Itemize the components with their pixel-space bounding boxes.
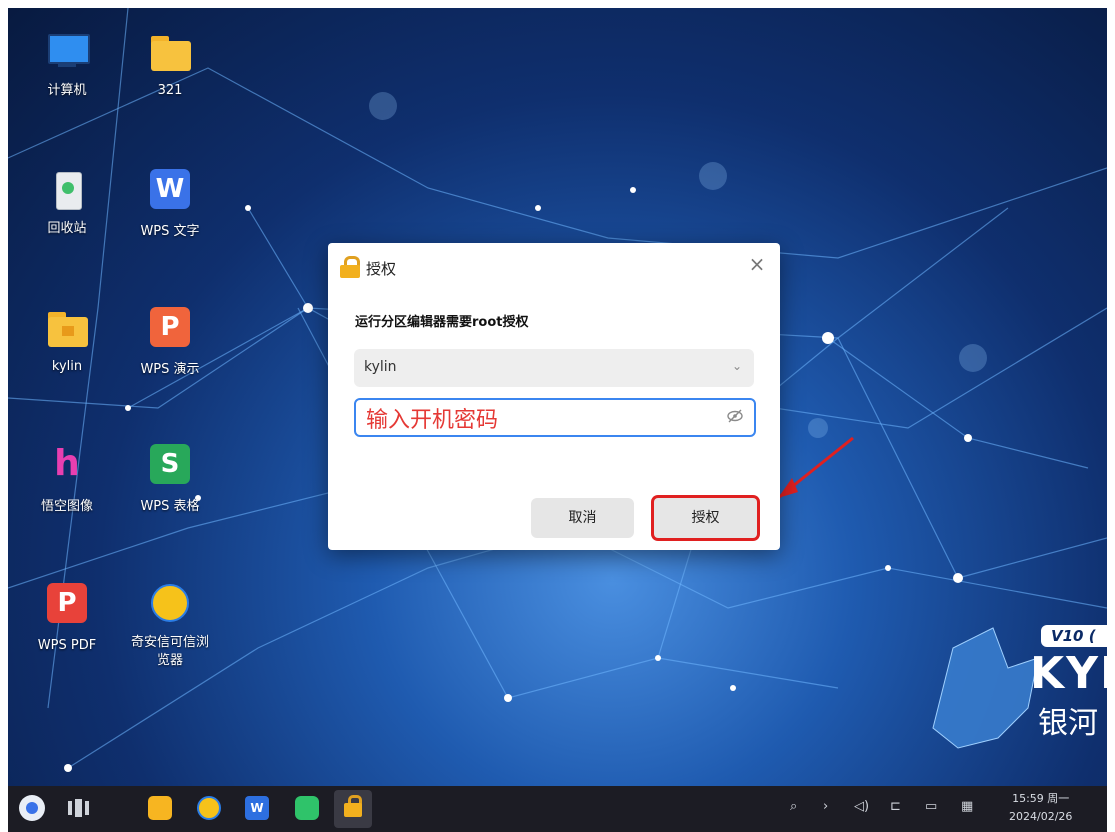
desktop-icon-label: 回收站 (47, 221, 87, 236)
close-icon[interactable]: × (746, 253, 768, 275)
software-store-icon[interactable]: W (243, 794, 271, 822)
eye-off-icon[interactable] (726, 409, 744, 423)
volume-icon[interactable]: ◁) (854, 799, 869, 814)
desktop-icon-folder-321[interactable]: 321 (125, 28, 215, 100)
user-select-value: kylin (364, 359, 397, 375)
kylin-brand-cn: 银河 (1038, 706, 1098, 741)
wps-writer-icon: W (147, 169, 193, 215)
desktop-icon-label: WPS PDF (37, 638, 97, 653)
keyboard-icon[interactable]: ▦ (961, 799, 973, 814)
authorize-button[interactable]: 授权 (654, 498, 757, 538)
desktop-icon-trash[interactable]: 回收站 (22, 166, 112, 238)
desktop-icon-computer[interactable]: 计算机 (22, 28, 112, 100)
desktop-icon-kylin-home[interactable]: kylin (22, 304, 112, 376)
computer-icon (44, 28, 90, 74)
multitask-view-icon[interactable] (64, 794, 92, 822)
wps-spreadsheet-icon: S (147, 444, 193, 490)
desktop-icon-wps-pdf[interactable]: P WPS PDF (22, 580, 112, 655)
auth-message: 运行分区编辑器需要root授权 (355, 315, 529, 330)
clock-time: 15:59 周一 (1012, 792, 1070, 805)
kylin-version-badge: V10 ( (1041, 625, 1107, 647)
network-icon[interactable]: ⊏ (890, 799, 901, 814)
file-manager-icon[interactable] (146, 794, 174, 822)
dialog-title: 授权 (366, 260, 397, 278)
wukong-image-icon: h (54, 443, 80, 484)
user-select[interactable]: kylin ⌄ (354, 349, 754, 387)
desktop-icon-label: WPS 文字 (140, 224, 200, 239)
search-icon[interactable]: ⌕ (790, 799, 797, 814)
home-folder-icon (44, 304, 90, 350)
lock-icon (340, 256, 360, 278)
clock-date: 2024/02/26 (1009, 810, 1073, 823)
desktop-icon-label: 计算机 (47, 83, 87, 98)
chevron-down-icon: ⌄ (731, 359, 742, 373)
desktop-icon-wukong-image[interactable]: h 悟空图像 (22, 441, 112, 516)
kylin-brand-name: KYL (1030, 648, 1107, 699)
desktop-icon-wps-spreadsheet[interactable]: S WPS 表格 (125, 441, 215, 516)
desktop-icon-wps-presentation[interactable]: P WPS 演示 (125, 304, 215, 379)
desktop-icon-wps-writer[interactable]: W WPS 文字 (125, 166, 215, 241)
trash-icon (44, 166, 90, 212)
desktop-icon-label: WPS 表格 (140, 499, 200, 514)
notification-icon[interactable]: ▭ (925, 799, 937, 814)
desktop-icon-label: kylin (51, 359, 83, 374)
desktop-icon-label: 奇安信可信浏览器 (131, 635, 210, 668)
authorization-dialog: 授权 × 运行分区编辑器需要root授权 kylin ⌄ 输入开机密码 取消 授… (328, 243, 780, 550)
clock[interactable]: 15:59 周一 2024/02/26 (1009, 790, 1072, 826)
desktop-icon-qianxin-browser[interactable]: 奇安信可信浏览器 (125, 580, 215, 670)
messaging-icon[interactable] (293, 794, 321, 822)
folder-icon (147, 28, 193, 74)
qianxin-browser-icon (147, 580, 193, 626)
wps-presentation-icon: P (147, 307, 193, 353)
desktop-icon-label: 321 (157, 83, 183, 98)
password-placeholder: 输入开机密码 (366, 408, 499, 433)
wps-pdf-icon: P (44, 583, 90, 629)
desktop-icon-label: 悟空图像 (40, 499, 93, 514)
start-menu-icon[interactable] (18, 794, 46, 822)
taskbar: W ⌕ › ◁) ⊏ ▭ ▦ 15:59 周一 2024/02/26 (8, 786, 1107, 832)
authorization-taskbar-icon[interactable] (334, 790, 372, 828)
chevron-right-icon[interactable]: › (823, 799, 828, 814)
desktop-icon-label: WPS 演示 (140, 362, 200, 377)
cancel-button[interactable]: 取消 (531, 498, 634, 538)
qianxin-browser-taskbar-icon[interactable] (195, 794, 223, 822)
password-field[interactable]: 输入开机密码 (354, 398, 756, 437)
